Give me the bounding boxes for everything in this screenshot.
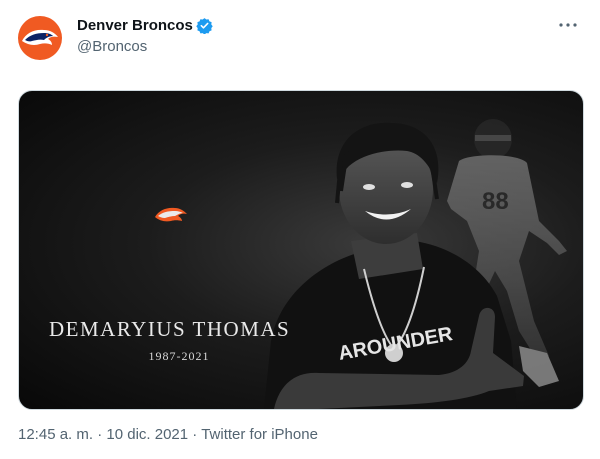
tweet-date[interactable]: 10 dic. 2021: [106, 426, 188, 443]
memorial-name: DEMARYIUS THOMAS: [49, 317, 291, 341]
memorial-photo: 88 AROUNDER: [155, 119, 567, 409]
broncos-logo-icon: [155, 207, 187, 222]
account-handle[interactable]: @Broncos: [77, 38, 147, 55]
tweet-time[interactable]: 12:45 a. m.: [18, 426, 93, 443]
meta-separator: ·: [188, 426, 202, 443]
verified-badge-icon: [196, 18, 213, 34]
tweet-metadata: 12:45 a. m. · 10 dic. 2021 · Twitter for…: [18, 426, 318, 443]
jersey-number: 88: [482, 188, 509, 215]
tweet: Denver Broncos @Broncos 88 AROUNDER DEMA…: [0, 0, 600, 459]
tweet-source[interactable]: Twitter for iPhone: [201, 426, 318, 443]
avatar[interactable]: [18, 16, 62, 60]
tweet-media-image[interactable]: 88 AROUNDER DEMARYIUS THOMAS 1987-2021: [18, 90, 584, 410]
account-name-row: Denver Broncos: [77, 17, 213, 34]
meta-separator: ·: [93, 426, 107, 443]
more-options-icon[interactable]: [556, 16, 580, 34]
memorial-years: 1987-2021: [148, 349, 210, 363]
broncos-logo-icon: [22, 29, 58, 45]
display-name[interactable]: Denver Broncos: [77, 17, 193, 34]
